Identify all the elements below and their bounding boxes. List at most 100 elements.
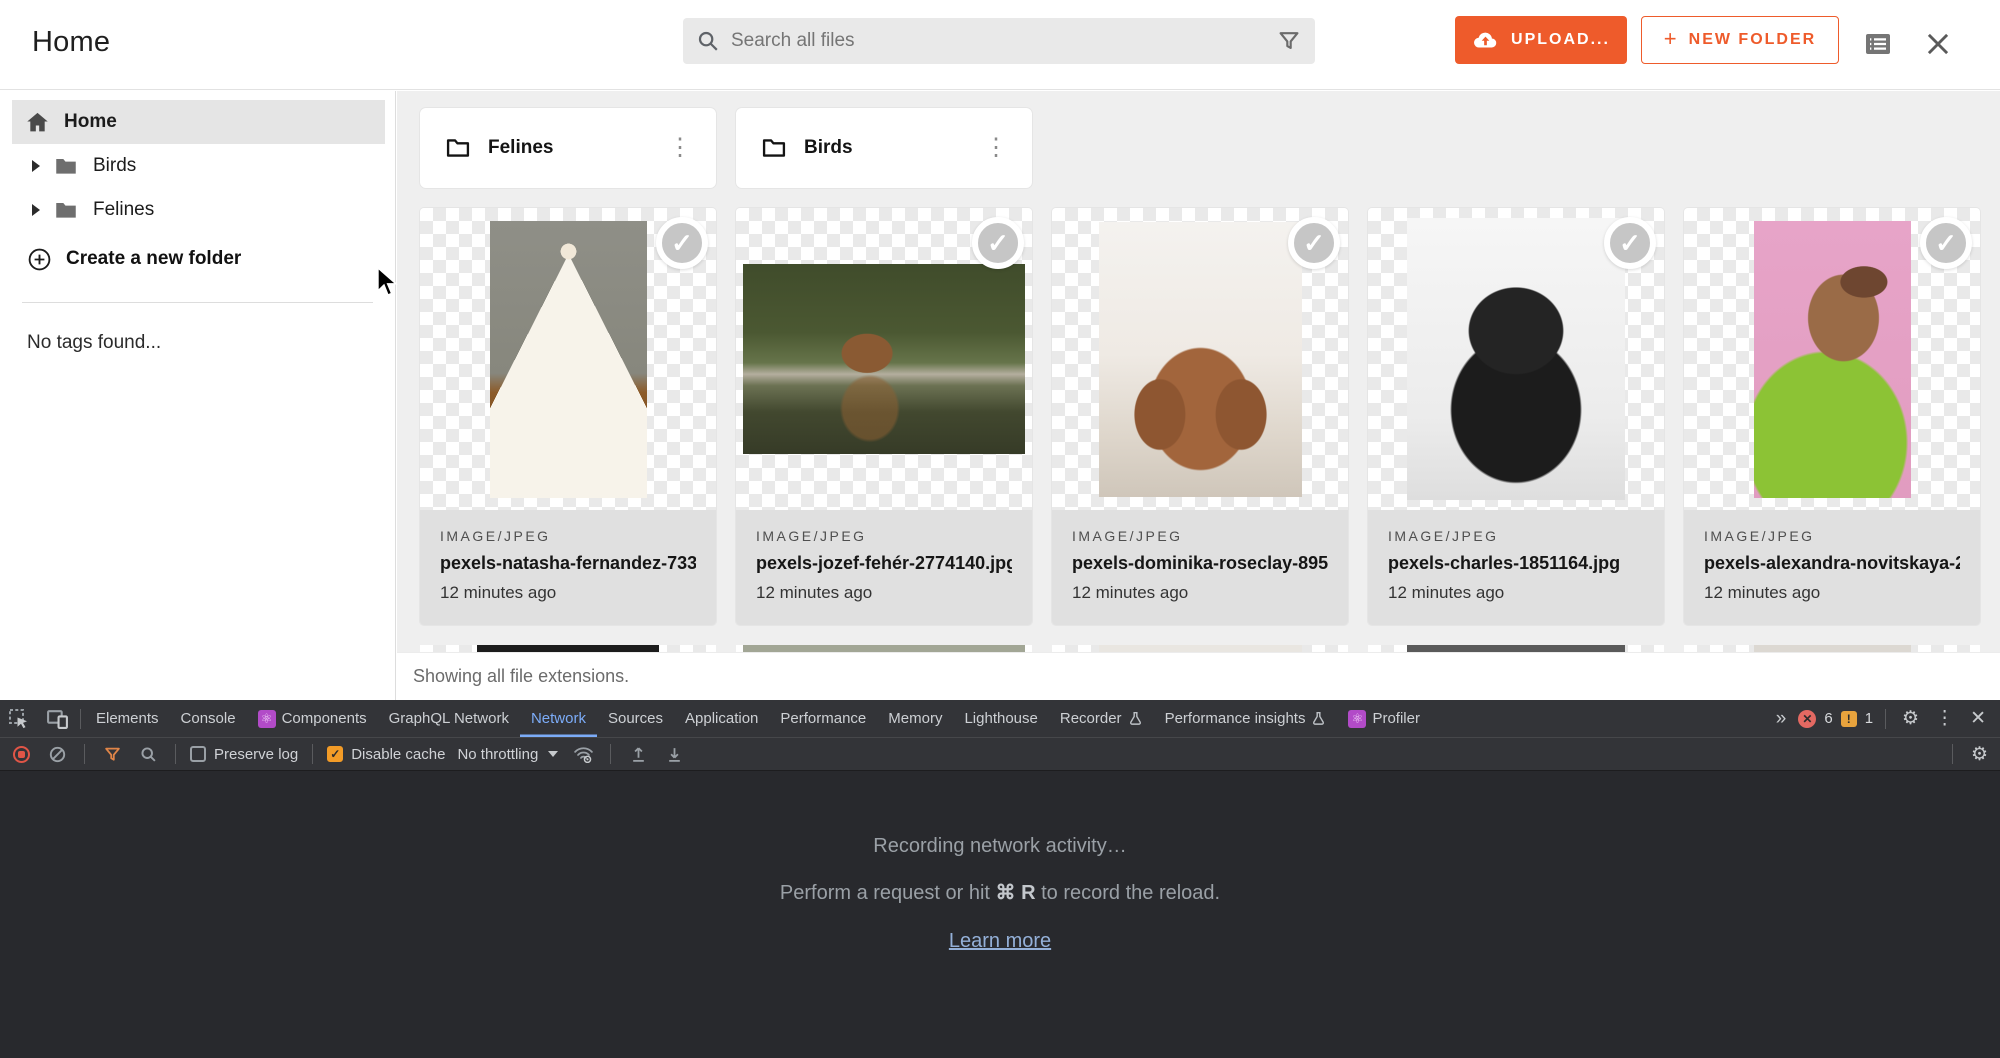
circle-plus-icon [27,247,52,272]
devtools-tab-memory[interactable]: Memory [877,700,953,737]
search-box[interactable] [683,18,1315,64]
file-type: IMAGE/JPEG [440,528,696,544]
sidebar: Home Birds Felines Create a new folder N… [0,91,396,700]
file-card[interactable]: ✓ IMAGE/JPEG pexels-charles-1851164.jpg … [1368,208,1664,625]
folder-name: Birds [804,137,853,159]
close-button[interactable] [1918,24,1958,64]
import-har-button[interactable] [625,741,651,767]
close-icon [1925,31,1951,57]
folder-card-felines[interactable]: Felines ⋮ [420,108,716,188]
filter-network-button[interactable] [99,741,125,767]
filter-icon[interactable] [1277,29,1301,53]
inspect-icon [8,708,30,730]
flask-icon [1128,711,1143,726]
file-name: pexels-jozef-fehér-2774140.jpg [756,553,1012,574]
devtools-tab-application[interactable]: Application [674,700,769,737]
file-card[interactable]: ✓ IMAGE/JPEG pexels-jozef-fehér-2774140.… [736,208,1032,625]
folder-menu-button[interactable]: ⋮ [662,132,698,164]
devtools-tab-network[interactable]: Network [520,700,597,737]
flask-icon [1311,711,1326,726]
devtools-tab-recorder[interactable]: Recorder [1049,700,1154,737]
devtools-panel: Elements Console ⚛Components GraphQL Net… [0,700,2000,1058]
devtools-tab-performance-insights[interactable]: Performance insights [1154,700,1338,737]
chevron-down-icon [548,751,558,757]
file-card[interactable] [1368,645,1664,652]
file-name: pexels-natasha-fernandez-733... [440,553,696,574]
search-input[interactable] [731,30,1277,52]
more-tabs-button[interactable]: » [1772,708,1791,730]
devtools-close-button[interactable]: ✕ [1966,707,1990,730]
file-time: 12 minutes ago [1072,583,1328,603]
clear-icon [49,746,66,763]
devtools-tab-lighthouse[interactable]: Lighthouse [953,700,1048,737]
folder-card-birds[interactable]: Birds ⋮ [736,108,1032,188]
throttling-dropdown[interactable]: No throttling [455,746,560,763]
record-network-log-button[interactable] [8,741,34,767]
devtools-tab-elements[interactable]: Elements [85,700,170,737]
disable-cache-label: Disable cache [351,746,445,763]
chevron-right-icon[interactable] [32,160,40,172]
device-toolbar-icon [46,707,69,730]
page-title: Home [32,26,110,59]
file-row: ✓ IMAGE/JPEG pexels-natasha-fernandez-73… [420,208,1980,625]
sidebar-item-felines[interactable]: Felines [0,191,385,229]
select-check-icon[interactable]: ✓ [1920,217,1972,269]
warning-count[interactable]: 1 [1865,710,1873,727]
network-conditions-button[interactable] [570,741,596,767]
file-card[interactable] [1052,645,1348,652]
file-card[interactable]: ✓ IMAGE/JPEG pexels-natasha-fernandez-73… [420,208,716,625]
devtools-settings-button[interactable]: ⚙ [1898,707,1923,730]
photo-dog-party-hat [490,221,647,498]
network-settings-button[interactable]: ⚙ [1967,743,1992,766]
create-new-folder-button[interactable]: Create a new folder [27,240,241,278]
devtools-tab-graphql-network[interactable]: GraphQL Network [378,700,520,737]
inspect-element-button[interactable] [0,700,38,737]
disable-cache-checkbox[interactable]: ✓ Disable cache [327,746,445,763]
sidebar-item-birds[interactable]: Birds [0,147,385,185]
file-card[interactable]: ✓ IMAGE/JPEG pexels-dominika-roseclay-89… [1052,208,1348,625]
file-card[interactable]: ✓ IMAGE/JPEG pexels-alexandra-novitskaya… [1684,208,1980,625]
file-card[interactable] [736,645,1032,652]
chevron-right-icon[interactable] [32,204,40,216]
learn-more-link[interactable]: Learn more [949,930,1051,953]
file-card[interactable] [1684,645,1980,652]
select-check-icon[interactable]: ✓ [1604,217,1656,269]
devtools-tab-sources[interactable]: Sources [597,700,674,737]
divider [610,744,611,764]
devtools-tab-console[interactable]: Console [170,700,247,737]
error-count[interactable]: 6 [1824,710,1832,727]
devtools-tab-profiler[interactable]: ⚛Profiler [1337,700,1431,737]
devtools-tab-components[interactable]: ⚛Components [247,700,378,737]
network-toolbar: Preserve log ✓ Disable cache No throttli… [0,737,2000,771]
upload-button[interactable]: UPLOAD... [1455,16,1627,64]
warning-badge-icon: ! [1841,711,1857,727]
preserve-log-checkbox[interactable]: Preserve log [190,746,298,763]
device-toolbar-button[interactable] [38,700,76,737]
sidebar-divider [22,302,373,303]
select-check-icon[interactable]: ✓ [1288,217,1340,269]
select-check-icon[interactable]: ✓ [972,217,1024,269]
file-meta: IMAGE/JPEG pexels-jozef-fehér-2774140.jp… [736,510,1032,625]
new-folder-button[interactable]: + NEW FOLDER [1641,16,1839,64]
divider [1952,744,1953,764]
file-thumbnail: ✓ [1052,208,1348,510]
folder-menu-button[interactable]: ⋮ [978,132,1014,164]
file-time: 12 minutes ago [1704,583,1960,603]
devtools-tab-performance[interactable]: Performance [769,700,877,737]
file-type: IMAGE/JPEG [756,528,1012,544]
recording-status-text: Recording network activity… [873,835,1126,858]
devtools-menu-button[interactable]: ⋮ [1931,707,1958,730]
list-view-button[interactable] [1858,24,1898,64]
sidebar-birds-label: Birds [93,155,136,177]
divider [312,744,313,764]
error-badge-icon: ✕ [1798,710,1816,728]
search-network-button[interactable] [135,741,161,767]
file-grid: Felines ⋮ Birds ⋮ ✓ IMAGE/JPEG pexels-na… [397,91,2000,652]
export-har-button[interactable] [661,741,687,767]
select-check-icon[interactable]: ✓ [656,217,708,269]
file-meta: IMAGE/JPEG pexels-natasha-fernandez-733.… [420,510,716,625]
clear-network-log-button[interactable] [44,741,70,767]
sidebar-item-home[interactable]: Home [12,100,385,144]
file-time: 12 minutes ago [440,583,696,603]
file-card[interactable] [420,645,716,652]
